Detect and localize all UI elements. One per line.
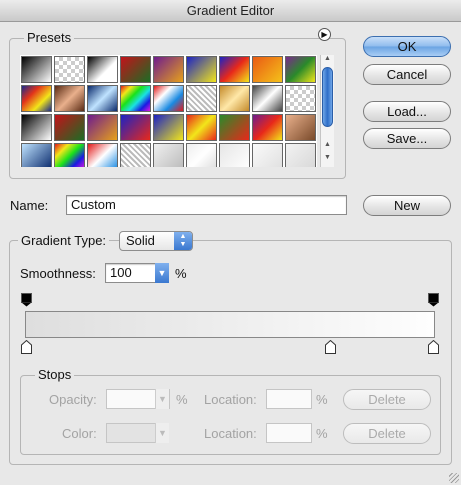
gradient-preview-bar[interactable] (25, 311, 435, 338)
preset-swatch[interactable] (153, 114, 184, 141)
preset-swatch[interactable] (87, 143, 118, 167)
updown-arrows-icon: ▲ ▼ (174, 232, 192, 250)
opacity-location-input[interactable] (266, 389, 312, 409)
new-button[interactable]: New (363, 195, 451, 216)
presets-label: Presets (24, 30, 75, 45)
name-input[interactable]: Custom (66, 195, 347, 215)
preset-swatch[interactable] (285, 114, 316, 141)
preset-swatch[interactable] (219, 114, 250, 141)
color-label: Color: (62, 426, 97, 441)
gradient-type-label: Gradient Type: (18, 233, 110, 248)
preset-swatch[interactable] (252, 56, 283, 83)
delete-color-stop-button[interactable]: Delete (343, 423, 431, 444)
smoothness-label: Smoothness: (20, 266, 96, 281)
cancel-button[interactable]: Cancel (363, 64, 451, 85)
name-label: Name: (10, 198, 49, 213)
preset-swatch[interactable] (153, 56, 184, 83)
preset-swatch[interactable] (252, 114, 283, 141)
ok-button[interactable]: OK (363, 36, 451, 57)
stops-label: Stops (35, 367, 75, 382)
color-location-percent: % (316, 426, 328, 441)
color-stop-right-icon[interactable] (428, 340, 439, 354)
color-stop-left-icon[interactable] (21, 340, 32, 354)
smoothness-dropdown-icon[interactable]: ▼ (155, 263, 169, 283)
opacity-location-percent: % (316, 392, 328, 407)
preset-swatch[interactable] (87, 114, 118, 141)
scroll-thumb[interactable] (322, 67, 333, 127)
presets-menu-icon[interactable]: ▶ (318, 28, 331, 41)
opacity-label: Opacity: (49, 392, 97, 407)
color-dropdown-icon[interactable]: ▼ (155, 423, 169, 443)
preset-swatch[interactable] (87, 56, 118, 83)
preset-swatch[interactable] (21, 56, 52, 83)
preset-swatch[interactable] (21, 114, 52, 141)
preset-swatch[interactable] (54, 56, 85, 83)
gradient-type-select[interactable]: Solid ▲ ▼ (119, 231, 193, 251)
preset-swatch[interactable] (21, 143, 52, 167)
opacity-dropdown-icon[interactable]: ▼ (155, 389, 169, 409)
preset-swatch[interactable] (186, 143, 217, 167)
preset-swatch[interactable] (54, 143, 85, 167)
color-swatch[interactable] (106, 423, 156, 443)
resize-grip-icon[interactable] (449, 473, 459, 483)
preset-swatch[interactable] (285, 56, 316, 83)
preset-swatch[interactable] (186, 56, 217, 83)
preset-swatch[interactable] (120, 56, 151, 83)
preset-swatch[interactable] (54, 85, 85, 112)
load-button[interactable]: Load... (363, 101, 451, 122)
opacity-stop-right-icon[interactable] (428, 293, 439, 307)
scroll-up-icon[interactable]: ▲ (321, 55, 334, 66)
delete-opacity-stop-button[interactable]: Delete (343, 389, 431, 410)
preset-swatch[interactable] (285, 85, 316, 112)
preset-swatch[interactable] (186, 114, 217, 141)
preset-swatch-grid (20, 55, 317, 167)
presets-scrollbar[interactable]: ▲ ▲ ▼ (320, 55, 334, 167)
opacity-percent: % (176, 392, 188, 407)
preset-swatch[interactable] (219, 143, 250, 167)
color-stop-middle-icon[interactable] (325, 340, 336, 354)
scroll-up-icon[interactable]: ▲ (321, 141, 334, 152)
preset-swatch[interactable] (153, 85, 184, 112)
preset-swatch[interactable] (186, 85, 217, 112)
preset-swatch[interactable] (120, 114, 151, 141)
preset-swatch[interactable] (153, 143, 184, 167)
preset-swatch[interactable] (54, 114, 85, 141)
gradient-type-value: Solid (126, 233, 155, 248)
preset-swatch[interactable] (252, 85, 283, 112)
opacity-location-label: Location: (204, 392, 257, 407)
preset-swatch[interactable] (219, 85, 250, 112)
smoothness-percent: % (175, 266, 187, 281)
preset-swatch[interactable] (219, 56, 250, 83)
preset-swatch[interactable] (285, 143, 316, 167)
color-location-input[interactable] (266, 423, 312, 443)
preset-swatch[interactable] (21, 85, 52, 112)
color-location-label: Location: (204, 426, 257, 441)
save-button[interactable]: Save... (363, 128, 451, 149)
scroll-down-icon[interactable]: ▼ (321, 154, 334, 165)
preset-swatch[interactable] (120, 143, 151, 167)
opacity-stop-left-icon[interactable] (21, 293, 32, 307)
preset-swatch[interactable] (252, 143, 283, 167)
preset-swatch[interactable] (87, 85, 118, 112)
window-title: Gradient Editor (0, 0, 461, 22)
preset-swatch[interactable] (120, 85, 151, 112)
